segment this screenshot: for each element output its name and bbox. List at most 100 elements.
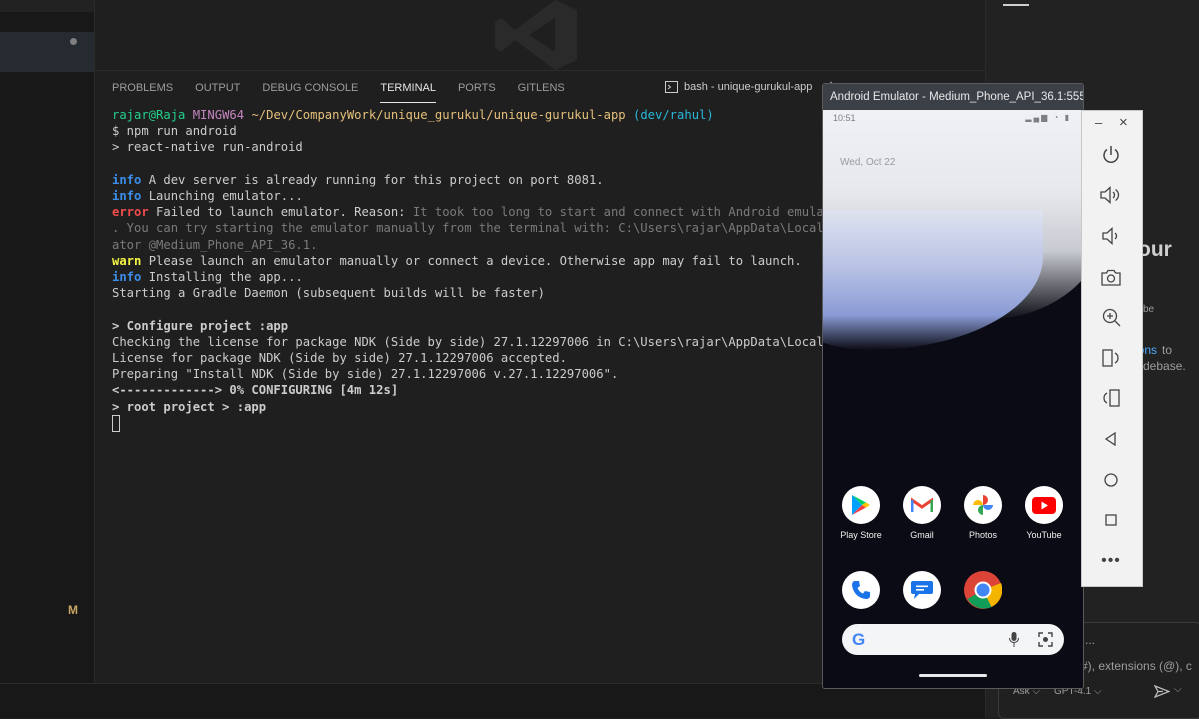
app-messages[interactable] bbox=[891, 571, 953, 609]
tab-terminal[interactable]: TERMINAL bbox=[380, 82, 436, 103]
chat-text-fragment: to bbox=[1162, 343, 1173, 357]
gesture-nav-bar[interactable] bbox=[919, 674, 987, 677]
back-triangle-icon bbox=[1104, 432, 1116, 446]
home-circle-icon bbox=[1104, 473, 1118, 487]
youtube-icon bbox=[1025, 486, 1063, 524]
editor-area bbox=[95, 0, 985, 70]
app-label: YouTube bbox=[1026, 530, 1062, 540]
progress-line: <-------------> 0% CONFIGURING [4m 12s] bbox=[112, 383, 399, 398]
wallpaper-blue bbox=[823, 210, 1043, 350]
app-chrome[interactable] bbox=[952, 571, 1014, 609]
messages-icon bbox=[903, 571, 941, 609]
script-line: > react-native run-android bbox=[112, 140, 303, 155]
log-line: Installing the app... bbox=[141, 270, 303, 285]
log-line: Failed to launch emulator. Reason: bbox=[148, 205, 413, 220]
send-dropdown-icon[interactable]: ⌵ bbox=[1174, 684, 1182, 695]
google-search-bar[interactable]: G bbox=[842, 624, 1064, 655]
explorer-selected-row[interactable] bbox=[0, 32, 94, 72]
chat-input-placeholder: #), extensions (@), c bbox=[1081, 659, 1192, 673]
tab-output[interactable]: OUTPUT bbox=[195, 82, 240, 102]
rotate-left-button[interactable] bbox=[1099, 386, 1123, 410]
status-icons: ▂▄▆ ◔ ▮ bbox=[1025, 113, 1071, 122]
tab-problems[interactable]: PROBLEMS bbox=[112, 82, 173, 102]
context-ellipsis[interactable]: ... bbox=[1085, 633, 1095, 647]
terminal-output[interactable]: rajar@Raja MINGW64 ~/Dev/CompanyWork/uni… bbox=[112, 107, 897, 432]
prompt-user: rajar@Raja bbox=[112, 108, 186, 122]
screenshot-button[interactable] bbox=[1099, 265, 1123, 289]
power-button[interactable] bbox=[1099, 143, 1123, 167]
error-tag: error bbox=[112, 205, 149, 220]
status-time: 10:51 bbox=[833, 113, 856, 123]
rotate-right-icon bbox=[1102, 349, 1119, 367]
command-line: $ npm run android bbox=[112, 124, 237, 139]
prompt-shell: MINGW64 bbox=[192, 108, 245, 122]
volume-up-icon bbox=[1100, 186, 1120, 204]
chat-heading-fragment: our bbox=[1138, 238, 1172, 261]
prompt-path: ~/Dev/CompanyWork/unique_gurukul/unique-… bbox=[251, 108, 626, 122]
terminal-icon bbox=[665, 81, 678, 93]
log-line: > Configure project :app bbox=[112, 318, 289, 333]
log-line: Launching emulator... bbox=[141, 189, 303, 204]
tab-gitlens[interactable]: GITLENS bbox=[518, 82, 565, 102]
unsaved-dot-icon bbox=[70, 38, 77, 45]
app-label: Photos bbox=[968, 530, 998, 540]
rotate-left-icon bbox=[1103, 389, 1120, 407]
photos-icon bbox=[964, 486, 1002, 524]
warn-tag: warn bbox=[112, 253, 142, 268]
chat-text-fragment: be bbox=[1143, 304, 1155, 315]
active-tab-indicator bbox=[1003, 4, 1029, 6]
zoom-button[interactable] bbox=[1099, 305, 1123, 329]
date-widget[interactable]: Wed, Oct 22 bbox=[840, 157, 895, 168]
prompt-branch: (dev/rahul) bbox=[633, 108, 714, 122]
send-icon[interactable] bbox=[1154, 685, 1170, 698]
power-icon bbox=[1103, 146, 1119, 163]
app-play-store[interactable]: Play Store bbox=[830, 486, 892, 540]
terminal-cursor bbox=[112, 414, 120, 432]
phone-screen[interactable]: 10:51 ▂▄▆ ◔ ▮ Wed, Oct 22 Play Store Gma… bbox=[823, 110, 1083, 688]
gmail-icon bbox=[903, 486, 941, 524]
app-photos[interactable]: Photos bbox=[952, 486, 1014, 540]
chrome-icon bbox=[964, 571, 1002, 609]
tab-debug-console[interactable]: DEBUG CONSOLE bbox=[262, 82, 358, 102]
overview-button[interactable] bbox=[1099, 508, 1123, 532]
app-label: Gmail bbox=[910, 530, 934, 540]
zoom-icon bbox=[1102, 308, 1120, 326]
log-line: License for package NDK (Side by side) 2… bbox=[112, 351, 567, 366]
app-youtube[interactable]: YouTube bbox=[1013, 486, 1075, 540]
explorer-row[interactable] bbox=[0, 0, 94, 12]
volume-down-button[interactable] bbox=[1099, 224, 1123, 248]
emulator-window[interactable]: Android Emulator - Medium_Phone_API_36.1… bbox=[822, 83, 1084, 689]
info-tag: info bbox=[112, 270, 142, 285]
log-line: > root project > :app bbox=[112, 399, 267, 414]
close-button[interactable]: × bbox=[1119, 114, 1128, 131]
explorer-sidebar: M bbox=[0, 0, 95, 683]
log-line: Preparing "Install NDK (Side by side) 27… bbox=[112, 367, 619, 382]
volume-down-icon bbox=[1102, 227, 1118, 245]
more-dots-icon: ••• bbox=[1101, 552, 1121, 569]
google-g-icon[interactable]: G bbox=[852, 630, 865, 649]
camera-icon bbox=[1101, 269, 1121, 286]
back-button[interactable] bbox=[1099, 427, 1123, 451]
chat-text-fragment: debase. bbox=[1143, 359, 1186, 373]
log-line: Starting a Gradle Daemon (subsequent bui… bbox=[112, 286, 545, 301]
lens-icon[interactable] bbox=[1038, 632, 1053, 647]
tab-ports[interactable]: PORTS bbox=[458, 82, 496, 102]
app-phone[interactable] bbox=[830, 571, 892, 609]
rotate-right-button[interactable] bbox=[1099, 346, 1123, 370]
terminal-instance[interactable]: bash - unique-gurukul-app + bbox=[665, 79, 836, 95]
modified-badge: M bbox=[68, 603, 78, 617]
app-label: Play Store bbox=[840, 530, 882, 540]
phone-icon bbox=[842, 571, 880, 609]
log-line: Checking the license for package NDK (Si… bbox=[112, 334, 898, 349]
panel-tabs: PROBLEMS OUTPUT DEBUG CONSOLE TERMINAL P… bbox=[112, 82, 587, 103]
info-tag: info bbox=[112, 189, 142, 204]
emulator-title-bar[interactable]: Android Emulator - Medium_Phone_API_36.1… bbox=[823, 84, 1083, 110]
home-button[interactable] bbox=[1099, 468, 1123, 492]
volume-up-button[interactable] bbox=[1099, 183, 1123, 207]
info-tag: info bbox=[112, 172, 142, 187]
more-button[interactable]: ••• bbox=[1099, 549, 1123, 573]
error-reason-cont: . You can try starting the emulator manu… bbox=[112, 221, 898, 236]
mic-icon[interactable] bbox=[1009, 632, 1019, 647]
minimize-button[interactable]: – bbox=[1095, 115, 1102, 130]
app-gmail[interactable]: Gmail bbox=[891, 486, 953, 540]
